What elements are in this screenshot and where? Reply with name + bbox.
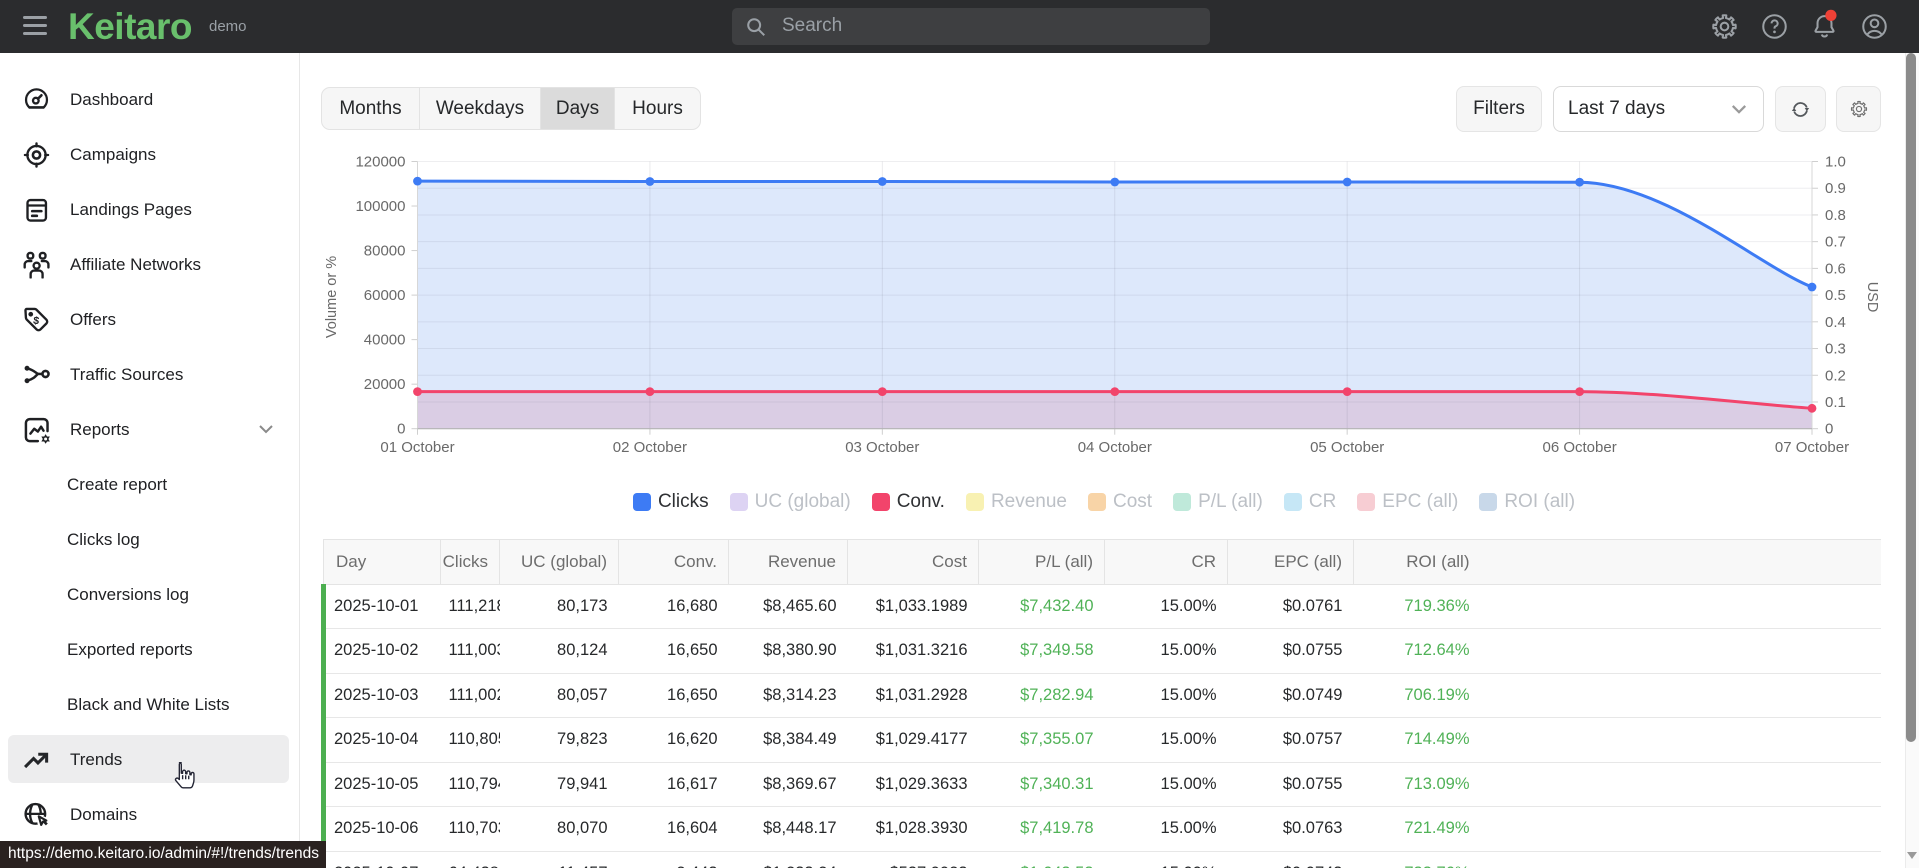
svg-text:0.5: 0.5 bbox=[1825, 287, 1846, 304]
svg-text:120000: 120000 bbox=[355, 154, 405, 171]
svg-text:0: 0 bbox=[1825, 421, 1833, 438]
svg-text:Volume or %: Volume or % bbox=[324, 256, 340, 338]
svg-text:0.9: 0.9 bbox=[1825, 180, 1846, 197]
svg-text:80000: 80000 bbox=[364, 243, 406, 260]
svg-text:0.8: 0.8 bbox=[1825, 207, 1846, 224]
svg-text:06 October: 06 October bbox=[1542, 439, 1616, 456]
svg-text:0.4: 0.4 bbox=[1825, 314, 1846, 331]
svg-text:0.6: 0.6 bbox=[1825, 260, 1846, 277]
svg-text:0.1: 0.1 bbox=[1825, 394, 1846, 411]
svg-text:USD: USD bbox=[1864, 282, 1880, 313]
svg-text:04 October: 04 October bbox=[1078, 439, 1152, 456]
svg-text:0: 0 bbox=[397, 421, 405, 438]
svg-text:03 October: 03 October bbox=[845, 439, 919, 456]
svg-text:20000: 20000 bbox=[364, 376, 406, 393]
svg-text:100000: 100000 bbox=[355, 198, 405, 215]
svg-text:07 October: 07 October bbox=[1775, 439, 1849, 456]
svg-text:40000: 40000 bbox=[364, 332, 406, 349]
svg-text:0.2: 0.2 bbox=[1825, 367, 1846, 384]
svg-text:$: $ bbox=[32, 314, 40, 327]
svg-text:05 October: 05 October bbox=[1310, 439, 1384, 456]
svg-text:02 October: 02 October bbox=[613, 439, 687, 456]
svg-text:1.0: 1.0 bbox=[1825, 154, 1846, 171]
svg-text:60000: 60000 bbox=[364, 287, 406, 304]
svg-text:0.7: 0.7 bbox=[1825, 234, 1846, 251]
svg-text:0.3: 0.3 bbox=[1825, 341, 1846, 358]
svg-text:01 October: 01 October bbox=[380, 439, 454, 456]
